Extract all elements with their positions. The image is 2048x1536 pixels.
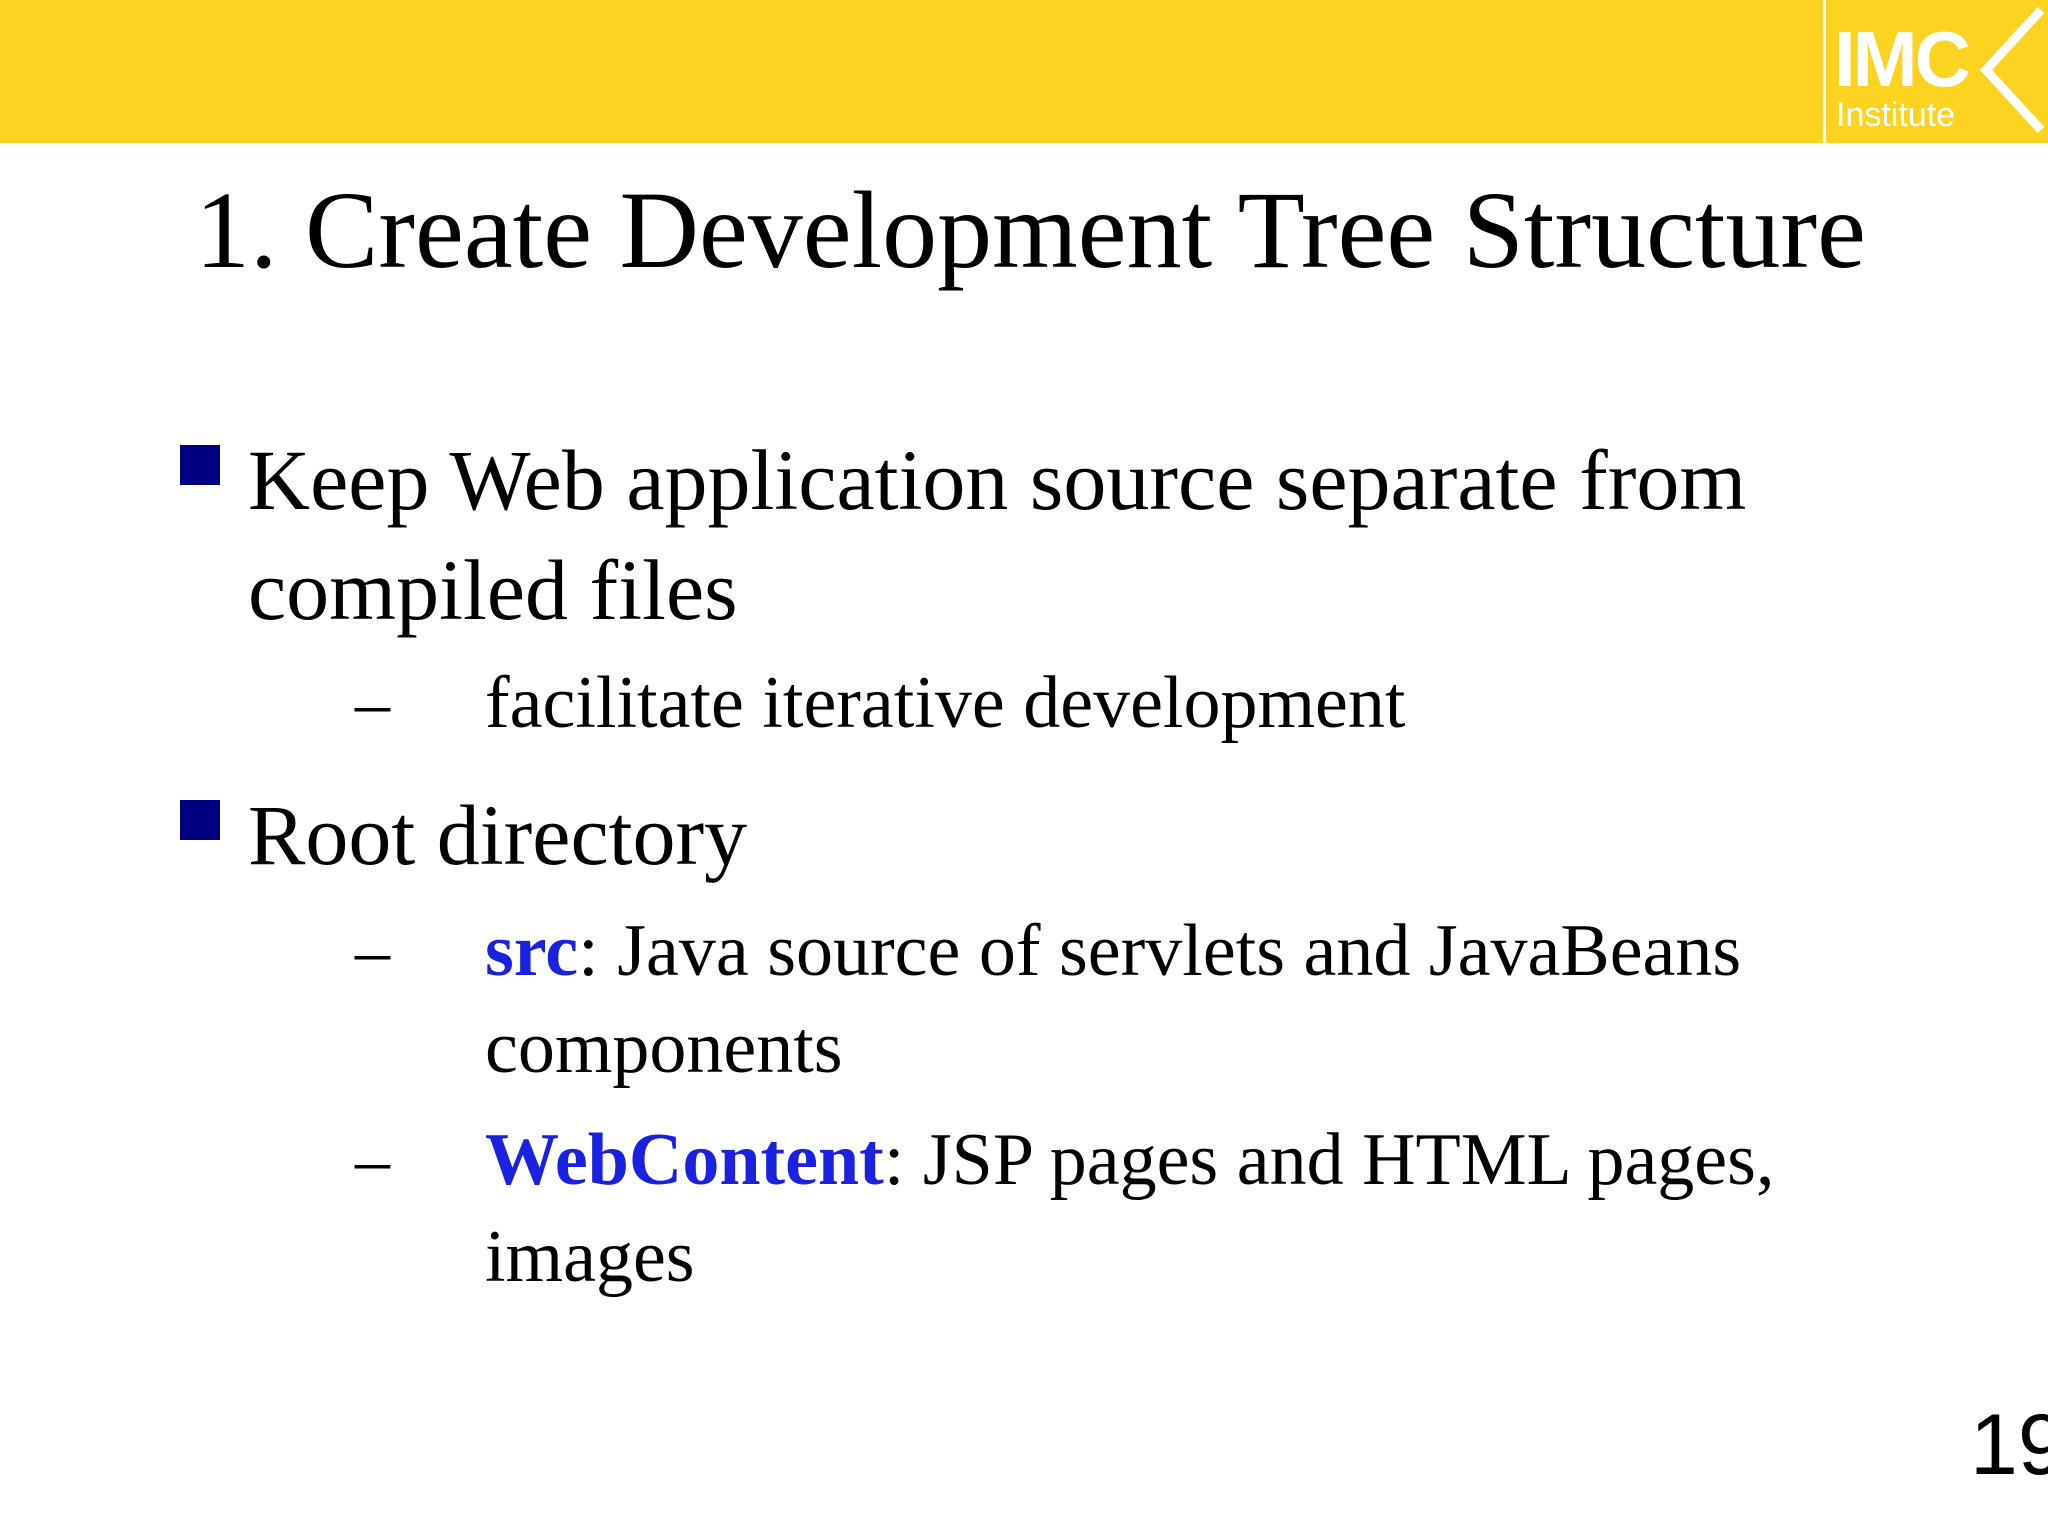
header-band [0, 0, 2048, 143]
slide-title: 1. Create Development Tree Structure [195, 169, 1866, 291]
sub-item-text: WebContent: JSP pages and HTML pages, [485, 1112, 1774, 1209]
bullet-square-icon [180, 800, 220, 840]
bullet-text-continued: compiled files [248, 542, 738, 638]
sub-item-description: : Java source of servlets and JavaBeans [578, 910, 1742, 992]
bullet-text: Root directory [248, 787, 748, 883]
sub-item-description: : JSP pages and HTML pages, [883, 1119, 1775, 1201]
dash-marker: – [355, 1122, 390, 1199]
keyword-src: src [485, 910, 579, 992]
sub-item-text: facilitate iterative development [485, 662, 1406, 744]
imc-institute-logo: IMC Institute [1823, 0, 2048, 143]
sub-item-text-continued: components [485, 1007, 843, 1089]
bullet-text: Keep Web application source separate fro… [248, 432, 1747, 528]
dash-marker: – [355, 913, 390, 990]
keyword-webcontent: WebContent [485, 1119, 884, 1201]
bullet-square-icon [180, 445, 220, 485]
sub-item-text: src: Java source of servlets and JavaBea… [485, 903, 1741, 1000]
dash-marker: – [355, 665, 390, 742]
logo-subtitle: Institute [1836, 96, 1956, 134]
page-number: 19 [1970, 1397, 2048, 1493]
logo-wordmark: IMC [1834, 15, 1971, 103]
sub-item-text-continued: images [485, 1216, 695, 1298]
slide: IMC Institute 1. Create Development Tree… [0, 0, 2048, 1536]
